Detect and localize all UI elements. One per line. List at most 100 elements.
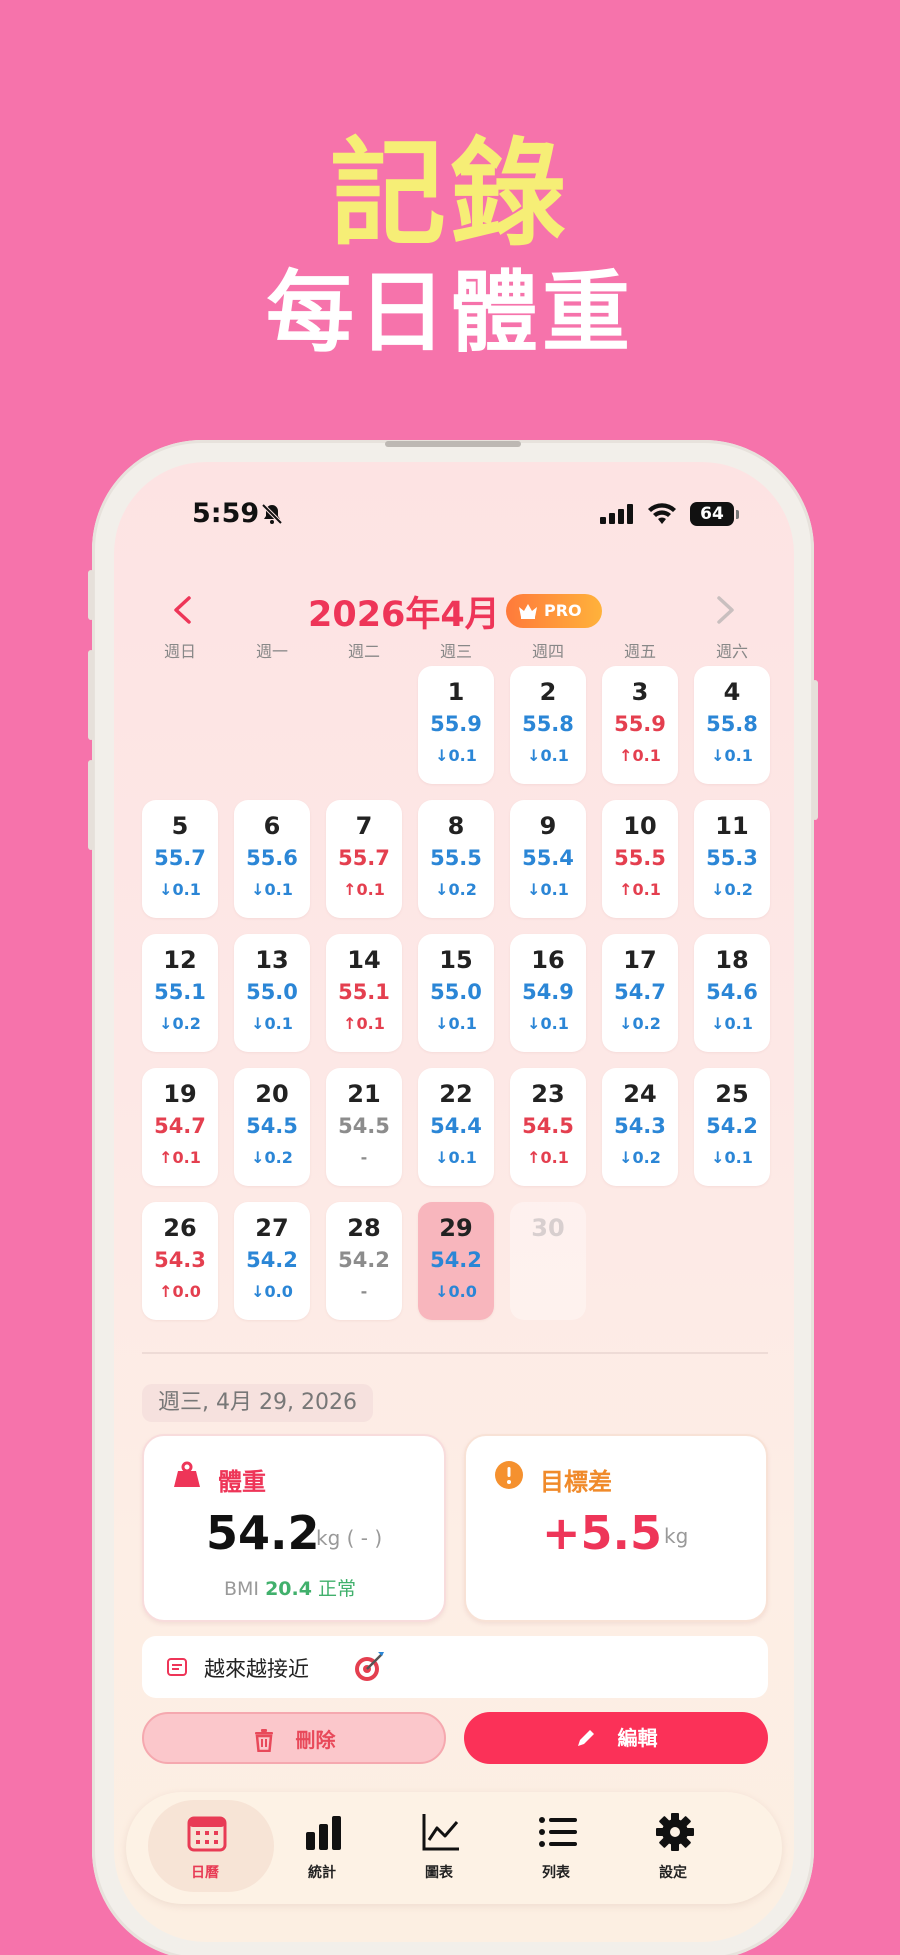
previous-month-button[interactable] — [164, 590, 204, 630]
day-number: 12 — [163, 946, 197, 974]
calendar-day[interactable]: 16 54.9 ↓0.1 — [510, 934, 586, 1052]
day-number: 17 — [623, 946, 657, 974]
next-month-button[interactable] — [704, 590, 744, 630]
bmi-value: 20.4 — [265, 1578, 312, 1600]
tab-label: 日曆 — [191, 1865, 219, 1881]
calendar-day[interactable]: 7 55.7 ↑0.1 — [326, 800, 402, 918]
weekday-label: 週二 — [347, 642, 380, 661]
alert-circle-icon — [494, 1460, 524, 1494]
weight-scale-icon — [172, 1460, 202, 1494]
day-number: 21 — [347, 1080, 381, 1108]
calendar-day[interactable]: 17 54.7 ↓0.2 — [602, 934, 678, 1052]
calendar-day[interactable]: 10 55.5 ↑0.1 — [602, 800, 678, 918]
app-screen: 5:59 64 2026年4月 PRO 週日 週一 週二 週三 週四 週五 週六… — [114, 462, 794, 1942]
calendar-day[interactable]: 1 55.9 ↓0.1 — [418, 666, 494, 784]
edit-button[interactable]: 編輯 — [464, 1712, 768, 1764]
calendar-day[interactable]: 14 55.1 ↑0.1 — [326, 934, 402, 1052]
calendar-day[interactable]: 18 54.6 ↓0.1 — [694, 934, 770, 1052]
note-row[interactable]: 越來越接近 — [142, 1636, 768, 1698]
calendar-day[interactable]: 6 55.6 ↓0.1 — [234, 800, 310, 918]
tab-chart[interactable]: 圖表 — [380, 1792, 498, 1904]
day-number: 14 — [347, 946, 381, 974]
calendar-day[interactable]: 28 54.2 - — [326, 1202, 402, 1320]
calendar-day[interactable]: 29 54.2 ↓0.0 — [418, 1202, 494, 1320]
phone-side-button — [88, 570, 94, 620]
calendar-day[interactable]: 24 54.3 ↓0.2 — [602, 1068, 678, 1186]
tab-calendar[interactable]: 日曆 — [146, 1792, 274, 1904]
day-number: 29 — [439, 1214, 473, 1242]
month-title: 2026年4月 — [308, 595, 500, 635]
day-number: 27 — [255, 1214, 289, 1242]
calendar-day[interactable]: 12 55.1 ↓0.2 — [142, 934, 218, 1052]
day-number: 25 — [715, 1080, 749, 1108]
goal-difference-card[interactable]: 目標差 +5.5 kg — [464, 1434, 768, 1622]
calendar-day[interactable]: 21 54.5 - — [326, 1068, 402, 1186]
day-delta: ↓0.1 — [435, 746, 477, 765]
day-number: 23 — [531, 1080, 565, 1108]
day-delta: ↓0.1 — [527, 746, 569, 765]
trash-icon — [254, 1728, 273, 1752]
calendar-day[interactable]: 2 55.8 ↓0.1 — [510, 666, 586, 784]
day-delta: ↑0.1 — [159, 1148, 201, 1167]
chevron-right-icon — [717, 596, 734, 624]
day-weight: 54.3 — [614, 1114, 666, 1138]
day-delta: - — [360, 1148, 368, 1167]
phone-side-button — [88, 650, 94, 740]
day-weight: 54.2 — [706, 1114, 758, 1138]
delete-button[interactable]: 刪除 — [142, 1712, 446, 1764]
day-delta: ↑0.1 — [619, 746, 661, 765]
tab-label: 圖表 — [425, 1865, 453, 1881]
day-weight: 55.1 — [154, 980, 206, 1004]
day-weight: 55.8 — [522, 712, 574, 736]
day-number: 19 — [163, 1080, 197, 1108]
pro-badge[interactable]: PRO — [506, 594, 602, 628]
calendar-day[interactable]: 26 54.3 ↑0.0 — [142, 1202, 218, 1320]
calendar-day[interactable]: 15 55.0 ↓0.1 — [418, 934, 494, 1052]
calendar-day[interactable]: 30 — [510, 1202, 586, 1320]
status-bar: 5:59 64 — [114, 498, 794, 538]
calendar-day[interactable]: 13 55.0 ↓0.1 — [234, 934, 310, 1052]
day-delta: ↓0.1 — [711, 1014, 753, 1033]
calendar-day[interactable]: 8 55.5 ↓0.2 — [418, 800, 494, 918]
edit-label: 編輯 — [617, 1726, 658, 1750]
day-delta: ↓0.2 — [711, 880, 753, 899]
day-number: 22 — [439, 1080, 473, 1108]
day-weight: 55.9 — [430, 712, 482, 736]
calendar-day[interactable]: 3 55.9 ↑0.1 — [602, 666, 678, 784]
tab-list[interactable]: 列表 — [497, 1792, 615, 1904]
day-weight: 54.5 — [246, 1114, 298, 1138]
calendar-day[interactable]: 22 54.4 ↓0.1 — [418, 1068, 494, 1186]
day-number: 10 — [623, 812, 657, 840]
calendar-day[interactable]: 25 54.2 ↓0.1 — [694, 1068, 770, 1186]
selected-date: 週三, 4月 29, 2026 — [142, 1384, 373, 1422]
tab-statistics[interactable]: 統計 — [263, 1792, 381, 1904]
day-weight: 55.0 — [246, 980, 298, 1004]
day-weight: 54.9 — [522, 980, 574, 1004]
day-delta: ↓0.1 — [527, 880, 569, 899]
weight-card[interactable]: 體重 54.2 kg ( - ) BMI 20.4 正常 — [142, 1434, 446, 1622]
weekday-header: 週日 週一 週二 週三 週四 週五 週六 — [114, 638, 794, 662]
weight-unit: kg ( - ) — [316, 1526, 383, 1550]
phone-speaker — [385, 441, 521, 447]
note-text: 越來越接近 — [204, 1657, 309, 1681]
calendar-day[interactable]: 19 54.7 ↑0.1 — [142, 1068, 218, 1186]
day-weight: 55.5 — [430, 846, 482, 870]
bmi-row: BMI 20.4 正常 — [224, 1574, 356, 1601]
day-weight: 54.6 — [706, 980, 758, 1004]
calendar-day[interactable]: 4 55.8 ↓0.1 — [694, 666, 770, 784]
weekday-label: 週六 — [715, 642, 748, 661]
day-weight: 55.4 — [522, 846, 574, 870]
day-weight: 54.3 — [154, 1248, 206, 1272]
tab-settings[interactable]: 設定 — [614, 1792, 732, 1904]
calendar-day[interactable]: 11 55.3 ↓0.2 — [694, 800, 770, 918]
calendar-day[interactable]: 9 55.4 ↓0.1 — [510, 800, 586, 918]
day-number: 4 — [723, 678, 741, 706]
weekday-label: 週日 — [163, 642, 196, 661]
calendar-day[interactable]: 20 54.5 ↓0.2 — [234, 1068, 310, 1186]
calendar-day[interactable]: 23 54.5 ↑0.1 — [510, 1068, 586, 1186]
phone-side-button — [812, 680, 818, 820]
calendar-day[interactable]: 5 55.7 ↓0.1 — [142, 800, 218, 918]
day-delta: ↓0.1 — [251, 1014, 293, 1033]
calendar-day[interactable]: 27 54.2 ↓0.0 — [234, 1202, 310, 1320]
day-delta: ↓0.0 — [251, 1282, 293, 1301]
